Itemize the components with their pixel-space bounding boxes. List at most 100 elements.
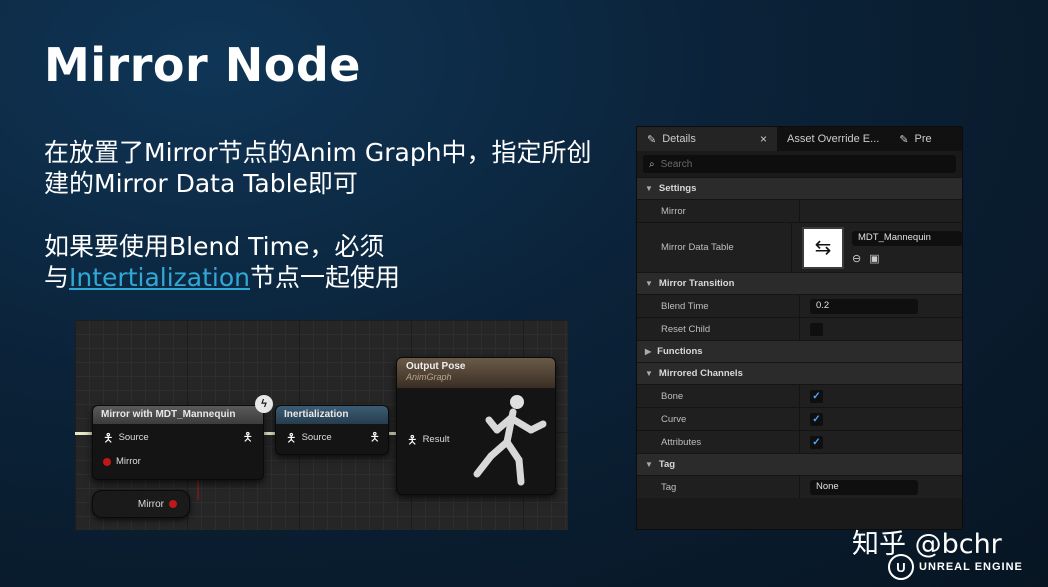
paragraph-2-suffix: 节点一起使用 [250, 263, 401, 292]
search-input[interactable]: ⌕ Search [643, 155, 956, 173]
row-blend-time-value: 0.2 [799, 295, 962, 317]
row-blend-time-label: Blend Time [661, 300, 709, 312]
row-attributes-label: Attributes [661, 436, 702, 448]
row-reset-child: Reset Child [637, 317, 962, 340]
paragraph-2-prefix: 与 [44, 263, 70, 292]
use-selected-icon[interactable]: ⊖ [852, 252, 861, 265]
pose-pin-icon: 🯅 [103, 430, 114, 445]
chevron-down-icon: ▼ [645, 184, 653, 193]
mirror-bool-label: Mirror [116, 456, 141, 467]
chevron-down-icon: ▼ [645, 369, 653, 378]
asset-combo[interactable]: MDT_Mannequin [852, 230, 962, 246]
mirror-source-label: Source [118, 432, 149, 443]
fast-path-icon: ϟ [255, 395, 273, 413]
tab-asset-override[interactable]: Asset Override E... [777, 127, 889, 151]
bool-pin-icon [169, 500, 177, 508]
row-mirror-data-table: Mirror Data Table ⇆ MDT_Mannequin ⊖ ▣ [637, 222, 962, 272]
category-functions[interactable]: ▶ Functions [637, 340, 962, 362]
row-reset-child-value [799, 318, 962, 340]
category-mirror-transition[interactable]: ▼ Mirror Transition [637, 272, 962, 294]
bone-checkbox[interactable]: ✓ [810, 389, 823, 403]
asset-actions: ⊖ ▣ [852, 252, 962, 265]
inertialization-node-header: Inertialization [276, 406, 388, 424]
row-mirror-data-table-label: Mirror Data Table [661, 242, 734, 253]
anim-graph[interactable]: Mirror with MDT_Mannequin 🯅 Source 🯅 Mir… [75, 320, 568, 530]
pose-pin-icon: 🯅 [286, 430, 297, 445]
pose-pin-icon: 🯅 [242, 430, 253, 444]
output-result-pin[interactable]: 🯅 Result [407, 432, 450, 447]
pose-pin-icon: 🯅 [369, 430, 380, 444]
tab-details[interactable]: ✎ Details × [637, 127, 777, 151]
row-curve-value: ✓ [799, 408, 962, 430]
mirror-asset-icon: ⇆ [814, 237, 832, 259]
inertialization-source-pin[interactable]: 🯅 Source [286, 430, 332, 445]
checkmark-icon: ✓ [812, 436, 821, 448]
row-mirror-data-table-value: ⇆ MDT_Mannequin ⊖ ▣ [791, 223, 962, 272]
pencil-icon: ✎ [647, 133, 657, 146]
category-tag-label: Tag [658, 459, 676, 470]
output-pose-node[interactable]: Output Pose AnimGraph 🯅 Result [396, 357, 556, 495]
asset-picker: MDT_Mannequin ⊖ ▣ [852, 230, 962, 265]
category-mirror-transition-label: Mirror Transition [658, 278, 735, 289]
mirror-node-title: Mirror with MDT_Mannequin [101, 409, 236, 420]
mirror-node[interactable]: Mirror with MDT_Mannequin 🯅 Source 🯅 Mir… [92, 405, 264, 480]
tag-field[interactable]: None [810, 479, 918, 495]
inertialization-node-title: Inertialization [284, 409, 349, 420]
row-attributes-value: ✓ [799, 431, 962, 453]
mirror-variable-node[interactable]: Mirror [92, 490, 190, 518]
mirror-variable-label: Mirror [137, 498, 164, 510]
reset-child-checkbox[interactable] [810, 322, 823, 336]
mirror-output-pin[interactable]: 🯅 [242, 430, 253, 444]
search-icon: ⌕ [649, 158, 655, 170]
browse-icon[interactable]: ▣ [869, 252, 879, 265]
row-tag-value: None [799, 476, 962, 498]
category-settings[interactable]: ▼ Settings [637, 177, 962, 199]
row-tag-label: Tag [661, 481, 677, 493]
close-icon[interactable]: × [760, 132, 767, 146]
row-curve: Curve ✓ [637, 407, 962, 430]
chevron-down-icon: ▼ [645, 460, 653, 469]
category-settings-label: Settings [658, 183, 697, 194]
chevron-right-icon: ▶ [645, 347, 652, 356]
category-mirrored-channels-label: Mirrored Channels [658, 368, 743, 379]
asset-thumbnail[interactable]: ⇆ [802, 226, 844, 269]
row-bone-label: Bone [661, 390, 684, 402]
inertialization-node[interactable]: Inertialization 🯅 Source 🯅 [275, 405, 389, 455]
tab-preview[interactable]: ✎ Pre [889, 127, 941, 151]
checkmark-icon: ✓ [812, 390, 821, 402]
chevron-down-icon: ▼ [645, 279, 653, 288]
row-attributes: Attributes ✓ [637, 430, 962, 453]
checkmark-icon: ✓ [812, 413, 821, 425]
output-result-label: Result [422, 434, 450, 445]
unreal-engine-text: UNREAL ENGINE [919, 561, 1023, 573]
row-bone: Bone ✓ [637, 384, 962, 407]
row-bone-value: ✓ [799, 385, 962, 407]
mirror-bool-pin[interactable]: Mirror [103, 456, 141, 467]
running-mannequin-icon [473, 395, 547, 486]
category-functions-label: Functions [657, 346, 703, 357]
row-mirror: Mirror [637, 199, 962, 222]
inertialization-source-label: Source [301, 432, 332, 443]
details-tabbar: ✎ Details × Asset Override E... ✎ Pre [637, 127, 962, 151]
pose-pin-icon: 🯅 [407, 432, 418, 447]
inertialization-link[interactable]: Intertialization [69, 263, 250, 292]
row-reset-child-label: Reset Child [661, 323, 711, 335]
blend-time-field[interactable]: 0.2 [810, 298, 918, 314]
tab-preview-label: Pre [914, 133, 932, 145]
paragraph-2-line-1: 如果要使用Blend Time，必须 [44, 232, 385, 261]
category-tag[interactable]: ▼ Tag [637, 453, 962, 475]
unreal-u-icon: U [888, 554, 914, 580]
inertialization-output-pin[interactable]: 🯅 [369, 430, 380, 444]
category-mirrored-channels[interactable]: ▼ Mirrored Channels [637, 362, 962, 384]
row-curve-label: Curve [661, 413, 687, 425]
paragraph-1: 在放置了Mirror节点的Anim Graph中，指定所创建的Mirror Da… [44, 138, 592, 198]
output-pose-header: Output Pose AnimGraph [397, 358, 555, 388]
row-blend-time: Blend Time 0.2 [637, 294, 962, 317]
search-placeholder: Search [660, 158, 693, 170]
pencil-icon: ✎ [899, 133, 909, 146]
bool-pin-icon [103, 457, 111, 466]
attributes-checkbox[interactable]: ✓ [810, 435, 823, 449]
curve-checkbox[interactable]: ✓ [810, 412, 823, 426]
mirror-source-pin[interactable]: 🯅 Source [103, 430, 149, 445]
paragraph-2: 如果要使用Blend Time，必须 与Intertialization节点一起… [44, 231, 604, 293]
